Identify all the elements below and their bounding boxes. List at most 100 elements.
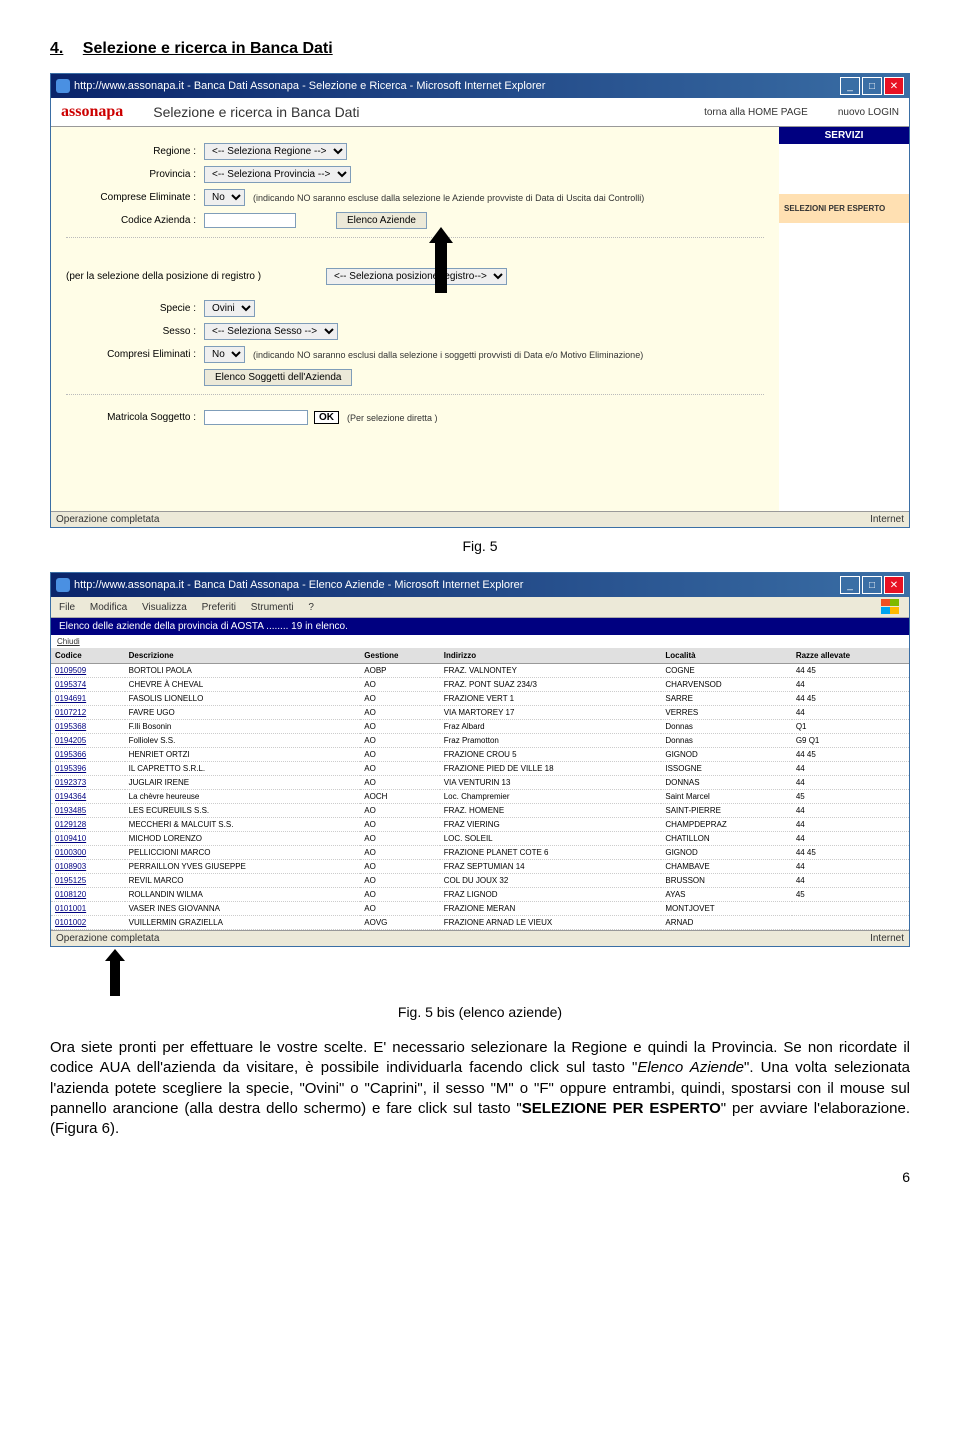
cell-indirizzo: Fraz Albard xyxy=(440,720,662,734)
cell-localita: VERRES xyxy=(661,706,791,720)
cell-indirizzo: FRAZ SEPTUMIAN 14 xyxy=(440,860,662,874)
windows-logo-icon xyxy=(881,599,901,615)
codazienda-input[interactable] xyxy=(204,213,296,228)
cell-descrizione: LES ECUREUILS S.S. xyxy=(125,804,361,818)
cell-codice[interactable]: 0195368 xyxy=(51,720,125,734)
menu-modifica[interactable]: Modifica xyxy=(90,602,127,613)
cell-razze: 44 xyxy=(792,818,909,832)
comprese-note: (indicando NO saranno escluse dalla sele… xyxy=(253,193,644,203)
cell-codice[interactable]: 0107212 xyxy=(51,706,125,720)
cell-codice[interactable]: 0195125 xyxy=(51,874,125,888)
ok-button[interactable]: OK xyxy=(314,411,339,424)
selezioni-per-esperto[interactable]: SELEZIONI PER ESPERTO xyxy=(779,194,909,223)
cell-codice[interactable]: 0100300 xyxy=(51,846,125,860)
cell-codice[interactable]: 0109509 xyxy=(51,664,125,678)
minimize-button[interactable]: _ xyxy=(840,576,860,594)
cell-gestione: AO xyxy=(360,706,439,720)
cell-codice[interactable]: 0195374 xyxy=(51,678,125,692)
cell-localita: Saint Marcel xyxy=(661,790,791,804)
titlebar: http://www.assonapa.it - Banca Dati Asso… xyxy=(51,74,909,98)
menu-visualizza[interactable]: Visualizza xyxy=(142,602,187,613)
cell-gestione: AO xyxy=(360,874,439,888)
cell-localita: DONNAS xyxy=(661,776,791,790)
cell-razze: 44 45 xyxy=(792,692,909,706)
cell-localita: COGNE xyxy=(661,664,791,678)
cell-descrizione: F.lli Bosonin xyxy=(125,720,361,734)
cell-codice[interactable]: 0194691 xyxy=(51,692,125,706)
col-localita: Località xyxy=(661,648,791,664)
cell-codice[interactable]: 0129128 xyxy=(51,818,125,832)
aziende-table: Codice Descrizione Gestione Indirizzo Lo… xyxy=(51,648,909,930)
cell-razze: 44 45 xyxy=(792,846,909,860)
cell-localita: SAINT-PIERRE xyxy=(661,804,791,818)
matricola-note: (Per selezione diretta ) xyxy=(347,413,438,423)
compresi-select[interactable]: No xyxy=(204,346,245,363)
cell-razze: 45 xyxy=(792,790,909,804)
cell-gestione: AO xyxy=(360,678,439,692)
maximize-button[interactable]: □ xyxy=(862,576,882,594)
close-button[interactable]: ✕ xyxy=(884,77,904,95)
elenco-aziende-button[interactable]: Elenco Aziende xyxy=(336,212,427,229)
cell-localita: CHARVENSOD xyxy=(661,678,791,692)
table-row: 0195396IL CAPRETTO S.R.L.AOFRAZIONE PIED… xyxy=(51,762,909,776)
menu-help[interactable]: ? xyxy=(308,602,314,613)
arrow-indicator-2 xyxy=(105,949,123,996)
comprese-select[interactable]: No xyxy=(204,189,245,206)
cell-gestione: AO xyxy=(360,860,439,874)
cell-gestione: AOCH xyxy=(360,790,439,804)
cell-localita: Donnas xyxy=(661,734,791,748)
specie-select[interactable]: Ovini xyxy=(204,300,255,317)
cell-codice[interactable]: 0108120 xyxy=(51,888,125,902)
maximize-button[interactable]: □ xyxy=(862,77,882,95)
cell-codice[interactable]: 0195366 xyxy=(51,748,125,762)
cell-gestione: AO xyxy=(360,888,439,902)
cell-codice[interactable]: 0195396 xyxy=(51,762,125,776)
registro-prefix: (per la selezione della posizione di reg… xyxy=(66,271,326,282)
sesso-select[interactable]: <-- Seleziona Sesso --> xyxy=(204,323,338,340)
cell-codice[interactable]: 0108903 xyxy=(51,860,125,874)
cell-gestione: AO xyxy=(360,804,439,818)
regione-select[interactable]: <-- Seleziona Regione --> xyxy=(204,143,347,160)
matricola-input[interactable] xyxy=(204,410,308,425)
menu-preferiti[interactable]: Preferiti xyxy=(202,602,236,613)
cell-codice[interactable]: 0194205 xyxy=(51,734,125,748)
cell-codice[interactable]: 0192373 xyxy=(51,776,125,790)
status-left-2: Operazione completata xyxy=(56,933,159,944)
provincia-select[interactable]: <-- Seleziona Provincia --> xyxy=(204,166,351,183)
minimize-button[interactable]: _ xyxy=(840,77,860,95)
table-row: 0100300PELLICCIONI MARCOAOFRAZIONE PLANE… xyxy=(51,846,909,860)
section-title: Selezione e ricerca in Banca Dati xyxy=(83,40,333,57)
table-row: 0129128MECCHERI & MALCUIT S.S.AOFRAZ VIE… xyxy=(51,818,909,832)
cell-gestione: AOBP xyxy=(360,664,439,678)
status-right-2: Internet xyxy=(870,933,904,944)
chiudi-link[interactable]: Chiudi xyxy=(51,635,909,648)
menu-strumenti[interactable]: Strumenti xyxy=(251,602,294,613)
cell-razze xyxy=(792,916,909,930)
registro-select[interactable]: <-- Seleziona posizione registro--> xyxy=(326,268,507,285)
elenco-soggetti-button[interactable]: Elenco Soggetti dell'Azienda xyxy=(204,369,352,386)
col-gestione: Gestione xyxy=(360,648,439,664)
cell-descrizione: MECCHERI & MALCUIT S.S. xyxy=(125,818,361,832)
cell-razze: Q1 xyxy=(792,720,909,734)
cell-codice[interactable]: 0101002 xyxy=(51,916,125,930)
cell-codice[interactable]: 0194364 xyxy=(51,790,125,804)
cell-razze: 44 xyxy=(792,776,909,790)
cell-codice[interactable]: 0109410 xyxy=(51,832,125,846)
cell-codice[interactable]: 0193485 xyxy=(51,804,125,818)
menu-file[interactable]: File xyxy=(59,602,75,613)
servizi-header: SERVIZI xyxy=(779,127,909,144)
cell-razze: 44 xyxy=(792,706,909,720)
cell-codice[interactable]: 0101001 xyxy=(51,902,125,916)
home-link[interactable]: torna alla HOME PAGE xyxy=(704,107,808,118)
table-row: 0101002VUILLERMIN GRAZIELLAAOVGFRAZIONE … xyxy=(51,916,909,930)
cell-razze: 44 xyxy=(792,678,909,692)
cell-indirizzo: VIA MARTOREY 17 xyxy=(440,706,662,720)
table-row: 0194205Folliolev S.S.AOFraz PramottonDon… xyxy=(51,734,909,748)
cell-gestione: AO xyxy=(360,818,439,832)
regione-label: Regione : xyxy=(66,146,204,157)
cell-razze: 44 xyxy=(792,804,909,818)
cell-descrizione: VUILLERMIN GRAZIELLA xyxy=(125,916,361,930)
login-link[interactable]: nuovo LOGIN xyxy=(838,107,899,118)
close-button[interactable]: ✕ xyxy=(884,576,904,594)
window-title: http://www.assonapa.it - Banca Dati Asso… xyxy=(74,80,545,92)
